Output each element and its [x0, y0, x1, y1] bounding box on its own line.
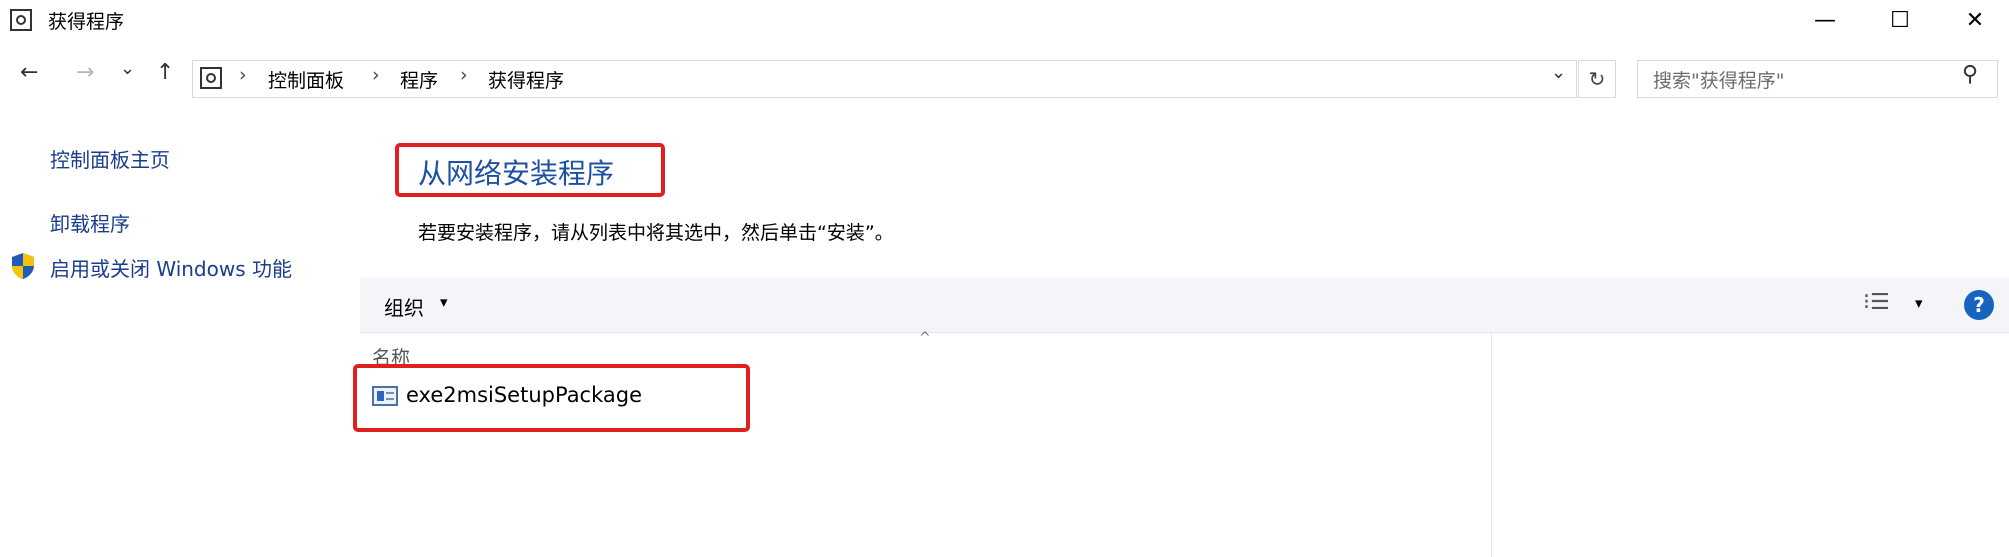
- close-button[interactable]: ✕: [1945, 0, 2005, 40]
- command-bar: [360, 278, 2009, 333]
- breadcrumb-programs[interactable]: 程序: [400, 66, 438, 93]
- page-title: 从网络安装程序: [418, 157, 615, 190]
- package-icon: [372, 386, 398, 406]
- back-arrow-icon: ←: [20, 60, 39, 85]
- view-options-caret-icon[interactable]: ▾: [1915, 294, 1923, 312]
- maximize-icon: ☐: [1890, 7, 1910, 33]
- address-dropdown-button[interactable]: ⌄: [1551, 62, 1566, 83]
- maximize-button[interactable]: ☐: [1870, 0, 1930, 40]
- up-arrow-icon: ↑: [156, 60, 175, 85]
- instruction-text: 若要安装程序，请从列表中将其选中，然后单击“安装”。: [418, 222, 894, 244]
- organize-button[interactable]: 组织: [384, 292, 424, 321]
- shield-icon: [12, 253, 34, 279]
- up-button[interactable]: ↑: [156, 60, 174, 85]
- breadcrumb-separator: ›: [239, 64, 247, 86]
- breadcrumb-get-programs[interactable]: 获得程序: [488, 66, 564, 93]
- sidebar-item-control-panel-home[interactable]: 控制面板主页: [50, 144, 170, 173]
- chevron-down-icon: ⌄: [120, 58, 136, 79]
- column-divider[interactable]: [1491, 333, 1492, 557]
- control-panel-icon: [200, 67, 222, 89]
- help-button[interactable]: ?: [1964, 290, 1994, 320]
- recent-locations-button[interactable]: ⌄: [120, 58, 135, 79]
- sidebar-item-windows-features[interactable]: 启用或关闭 Windows 功能: [50, 253, 292, 282]
- view-options-icon[interactable]: ⁝☰: [1863, 290, 1890, 315]
- organize-caret-icon[interactable]: ▾: [440, 293, 448, 311]
- sidebar-item-uninstall-program[interactable]: 卸载程序: [50, 208, 130, 237]
- minimize-button[interactable]: —: [1795, 0, 1855, 40]
- app-icon: [10, 9, 32, 31]
- forward-button[interactable]: →: [76, 60, 94, 85]
- refresh-icon: ↻: [1588, 67, 1606, 91]
- chevron-down-icon: ⌄: [1551, 62, 1567, 83]
- back-button[interactable]: ←: [20, 60, 38, 85]
- search-icon[interactable]: ⚲: [1962, 62, 1978, 87]
- breadcrumb-separator: ›: [372, 64, 380, 86]
- breadcrumb-control-panel[interactable]: 控制面板: [268, 66, 344, 93]
- search-placeholder: 搜索"获得程序": [1653, 70, 1785, 92]
- list-item[interactable]: exe2msiSetupPackage: [406, 383, 642, 407]
- window-title: 获得程序: [48, 11, 125, 33]
- help-icon: ?: [1973, 293, 1985, 317]
- close-icon: ✕: [1965, 7, 1985, 33]
- sort-indicator-icon: ^: [919, 330, 931, 346]
- minimize-icon: —: [1814, 7, 1836, 33]
- breadcrumb-separator: ›: [460, 64, 468, 86]
- refresh-button[interactable]: ↻: [1578, 60, 1616, 98]
- forward-arrow-icon: →: [76, 60, 95, 85]
